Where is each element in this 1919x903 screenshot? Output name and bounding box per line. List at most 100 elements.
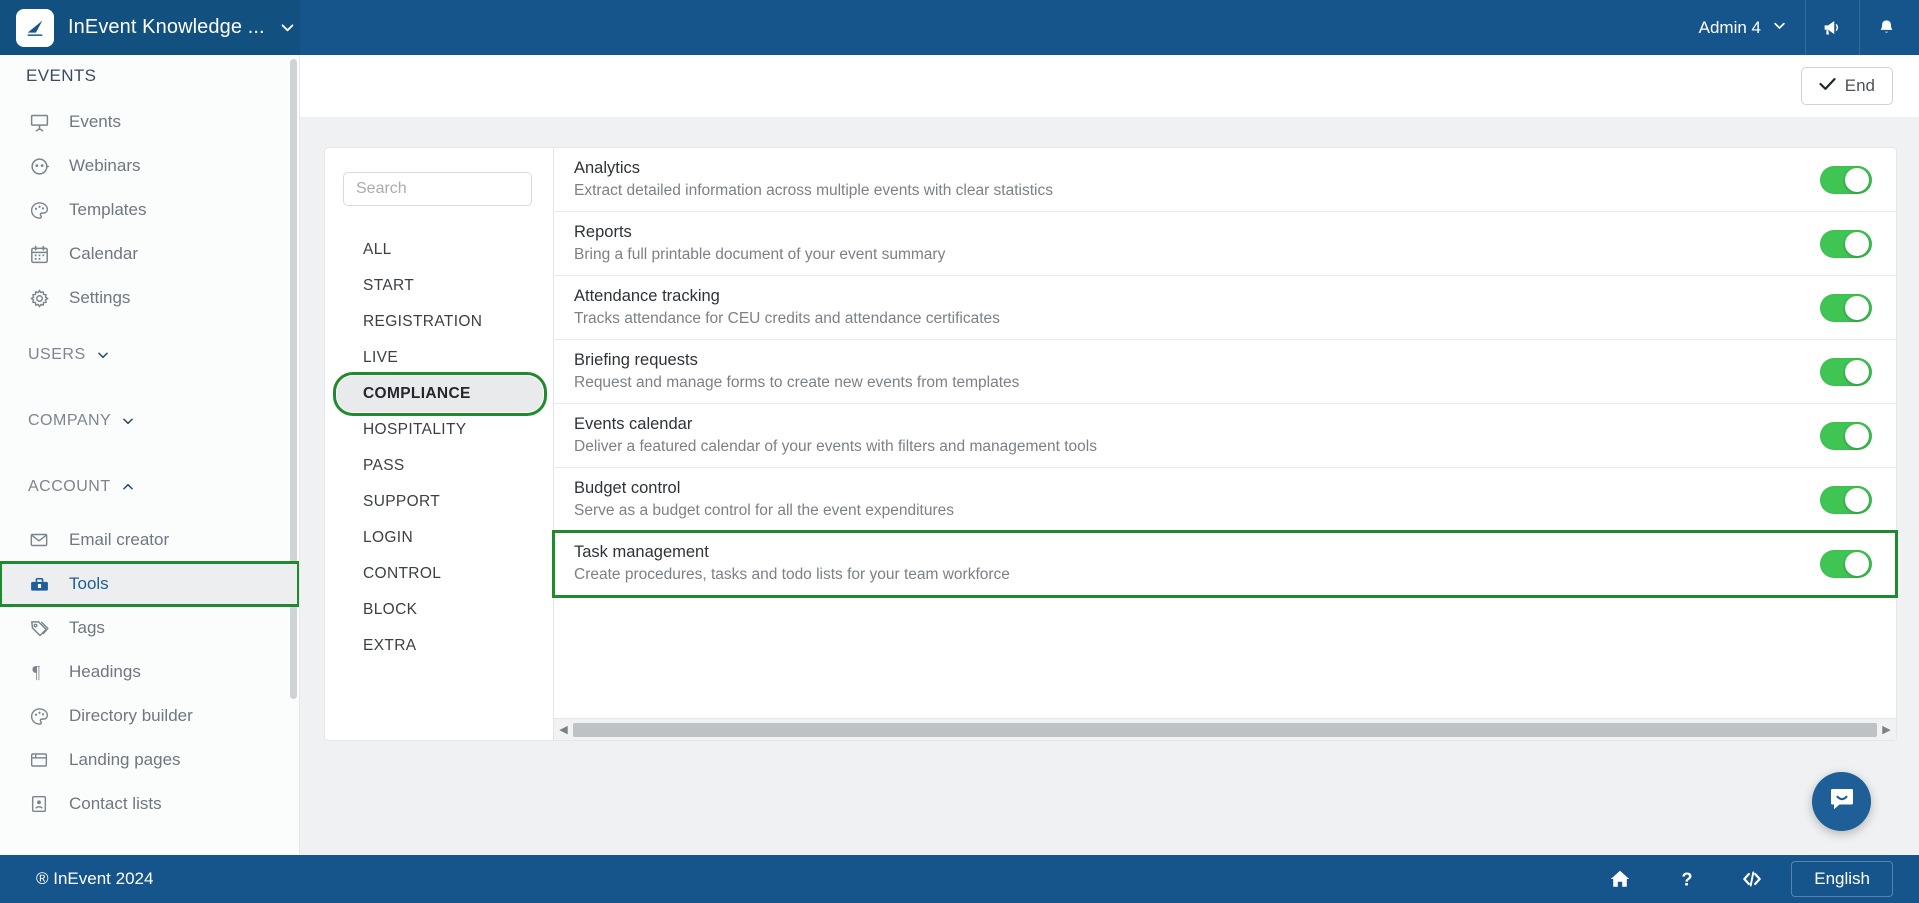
chevron-down-icon	[121, 414, 135, 428]
category-item-login[interactable]: LOGIN	[337, 520, 543, 556]
sidebar-item-templates[interactable]: Templates	[0, 188, 299, 232]
contact-card-icon	[28, 794, 50, 814]
sidebar-item-tags[interactable]: Tags	[0, 606, 299, 650]
sidebar-item-label: Tools	[69, 574, 109, 593]
brand-title: InEvent Knowledge ...	[68, 16, 265, 38]
main-content: End ALLSTARTREGISTRATIONLIVECOMPLIANCEHO…	[300, 55, 1919, 875]
tool-toggle-switch[interactable]	[1820, 421, 1872, 450]
sidebar-group-account[interactable]: ACCOUNT	[0, 452, 299, 518]
presentation-screen-icon	[28, 112, 50, 133]
category-item-pass[interactable]: PASS	[337, 448, 543, 484]
language-button[interactable]: English	[1791, 861, 1893, 897]
sidebar-item-label: Webinars	[69, 156, 141, 175]
category-item-support[interactable]: SUPPORT	[337, 484, 543, 520]
category-list: ALL START REGISTRATION LIVE COMPLIANCE HOSPIT…	[325, 232, 553, 664]
tool-texts: Attendance tracking Tracks attendance for…	[574, 287, 1820, 328]
browser-window-icon	[28, 750, 50, 770]
category-item-all[interactable]: ALL	[337, 232, 543, 268]
toggle-knob	[1845, 167, 1869, 192]
question-mark-icon[interactable]: ?	[1653, 855, 1719, 903]
toggle-knob	[1845, 551, 1869, 576]
sidebar: EVENTS Events Webinars Templates Calenda…	[0, 55, 300, 875]
category-item-start[interactable]: START	[337, 268, 543, 304]
scroll-left-arrow-icon[interactable]: ◀	[556, 723, 571, 736]
tools-content-area: ALLSTARTREGISTRATIONLIVECOMPLIANCEHOSPIT…	[300, 117, 1919, 875]
category-item-extra[interactable]: EXTRA	[337, 628, 543, 664]
tool-row[interactable]: Task management Create procedures, tasks …	[552, 530, 1898, 598]
sidebar-item-headings[interactable]: ¶ Headings	[0, 650, 299, 694]
category-item-live[interactable]: LIVE	[337, 340, 543, 376]
user-menu[interactable]: Admin 4	[1689, 0, 1805, 55]
tool-toggle-switch[interactable]	[1820, 293, 1872, 322]
envelope-icon	[28, 530, 50, 550]
sidebar-item-label: Landing pages	[69, 750, 181, 769]
toggle-knob	[1845, 295, 1869, 320]
sidebar-item-label: Templates	[69, 200, 147, 219]
category-item-control[interactable]: CONTROL	[337, 556, 543, 592]
sidebar-item-contact-lists[interactable]: Contact lists	[0, 782, 299, 826]
tool-row[interactable]: Events calendar Deliver a featured calend…	[554, 404, 1896, 468]
scrollbar-thumb[interactable]	[573, 722, 1877, 737]
sidebar-item-label: Events	[69, 112, 121, 131]
tool-texts: Reports Bring a full printable document o…	[574, 223, 1820, 264]
category-item-compliance[interactable]: COMPLIANCE	[333, 372, 547, 416]
category-item-block[interactable]: BLOCK	[337, 592, 543, 628]
home-icon[interactable]	[1587, 855, 1653, 903]
tools-panel: Analytics Extract detailed information ac…	[552, 147, 1898, 741]
tool-toggle-switch[interactable]	[1820, 485, 1872, 514]
sidebar-item-settings[interactable]: Settings	[0, 276, 299, 320]
sidebar-item-landing-pages[interactable]: Landing pages	[0, 738, 299, 782]
sidebar-group-users[interactable]: USERS	[0, 320, 299, 386]
tool-row[interactable]: Reports Bring a full printable document o…	[554, 212, 1896, 276]
tool-texts: Task management Create procedures, tasks …	[574, 543, 1820, 584]
end-button[interactable]: End	[1800, 67, 1893, 105]
tool-toggle-switch[interactable]	[1820, 229, 1872, 258]
tool-toggle-switch[interactable]	[1820, 165, 1872, 194]
tool-texts: Briefing requests Request and manage form…	[574, 351, 1820, 392]
tool-row[interactable]: Attendance tracking Tracks attendance for…	[554, 276, 1896, 340]
category-item-hospitality[interactable]: HOSPITALITY	[337, 412, 543, 448]
toggle-knob	[1845, 231, 1869, 256]
search-input[interactable]	[343, 172, 532, 206]
sidebar-item-calendar[interactable]: Calendar	[0, 232, 299, 276]
end-button-label: End	[1844, 76, 1875, 95]
megaphone-icon[interactable]	[1805, 0, 1859, 55]
sidebar-item-label: Settings	[69, 288, 131, 307]
tool-toggle-switch[interactable]	[1820, 549, 1872, 578]
brand-block[interactable]: InEvent Knowledge ...	[0, 0, 300, 55]
toolbox-icon	[28, 574, 50, 595]
tool-title: Events calendar	[574, 415, 693, 433]
tool-row[interactable]: Briefing requests Request and manage form…	[554, 340, 1896, 404]
bell-icon[interactable]	[1859, 0, 1913, 55]
palette-icon	[28, 706, 50, 727]
sidebar-item-label: Headings	[69, 662, 141, 681]
category-item-registration[interactable]: REGISTRATION	[337, 304, 543, 340]
tool-row[interactable]: Budget control Serve as a budget control …	[554, 468, 1896, 532]
footer: ® InEvent 2024 ? English	[0, 855, 1919, 903]
sidebar-group-label: COMPANY	[28, 412, 112, 429]
sidebar-item-directory-builder[interactable]: Directory builder	[0, 694, 299, 738]
calendar-icon	[28, 244, 50, 265]
sidebar-group-company[interactable]: COMPANY	[0, 386, 299, 452]
tool-toggle-switch[interactable]	[1820, 357, 1872, 386]
sidebar-group-label: USERS	[28, 346, 86, 363]
footer-actions: ? English	[1587, 855, 1919, 903]
horizontal-scrollbar[interactable]: ◀ ▶	[554, 718, 1896, 740]
svg-text:¶: ¶	[32, 662, 40, 682]
inevent-logo-icon	[16, 8, 54, 47]
code-icon[interactable]	[1719, 855, 1785, 903]
tool-texts: Events calendar Deliver a featured calend…	[574, 415, 1820, 456]
tool-description: Deliver a featured calendar of your even…	[574, 438, 1097, 455]
sidebar-item-webinars[interactable]: Webinars	[0, 144, 299, 188]
sidebar-group-label: ACCOUNT	[28, 478, 111, 495]
sidebar-item-email-creator[interactable]: Email creator	[0, 518, 299, 562]
tool-row[interactable]: Analytics Extract detailed information ac…	[554, 148, 1896, 212]
scroll-right-arrow-icon[interactable]: ▶	[1879, 723, 1894, 736]
page-toolbar: End	[300, 55, 1919, 117]
chat-launcher-button[interactable]	[1812, 772, 1871, 831]
chevron-down-icon[interactable]	[279, 19, 296, 36]
toggle-knob	[1845, 487, 1869, 512]
sidebar-item-tools[interactable]: Tools	[0, 561, 299, 607]
sidebar-item-events[interactable]: Events	[0, 100, 299, 144]
chevron-down-icon	[96, 348, 110, 362]
